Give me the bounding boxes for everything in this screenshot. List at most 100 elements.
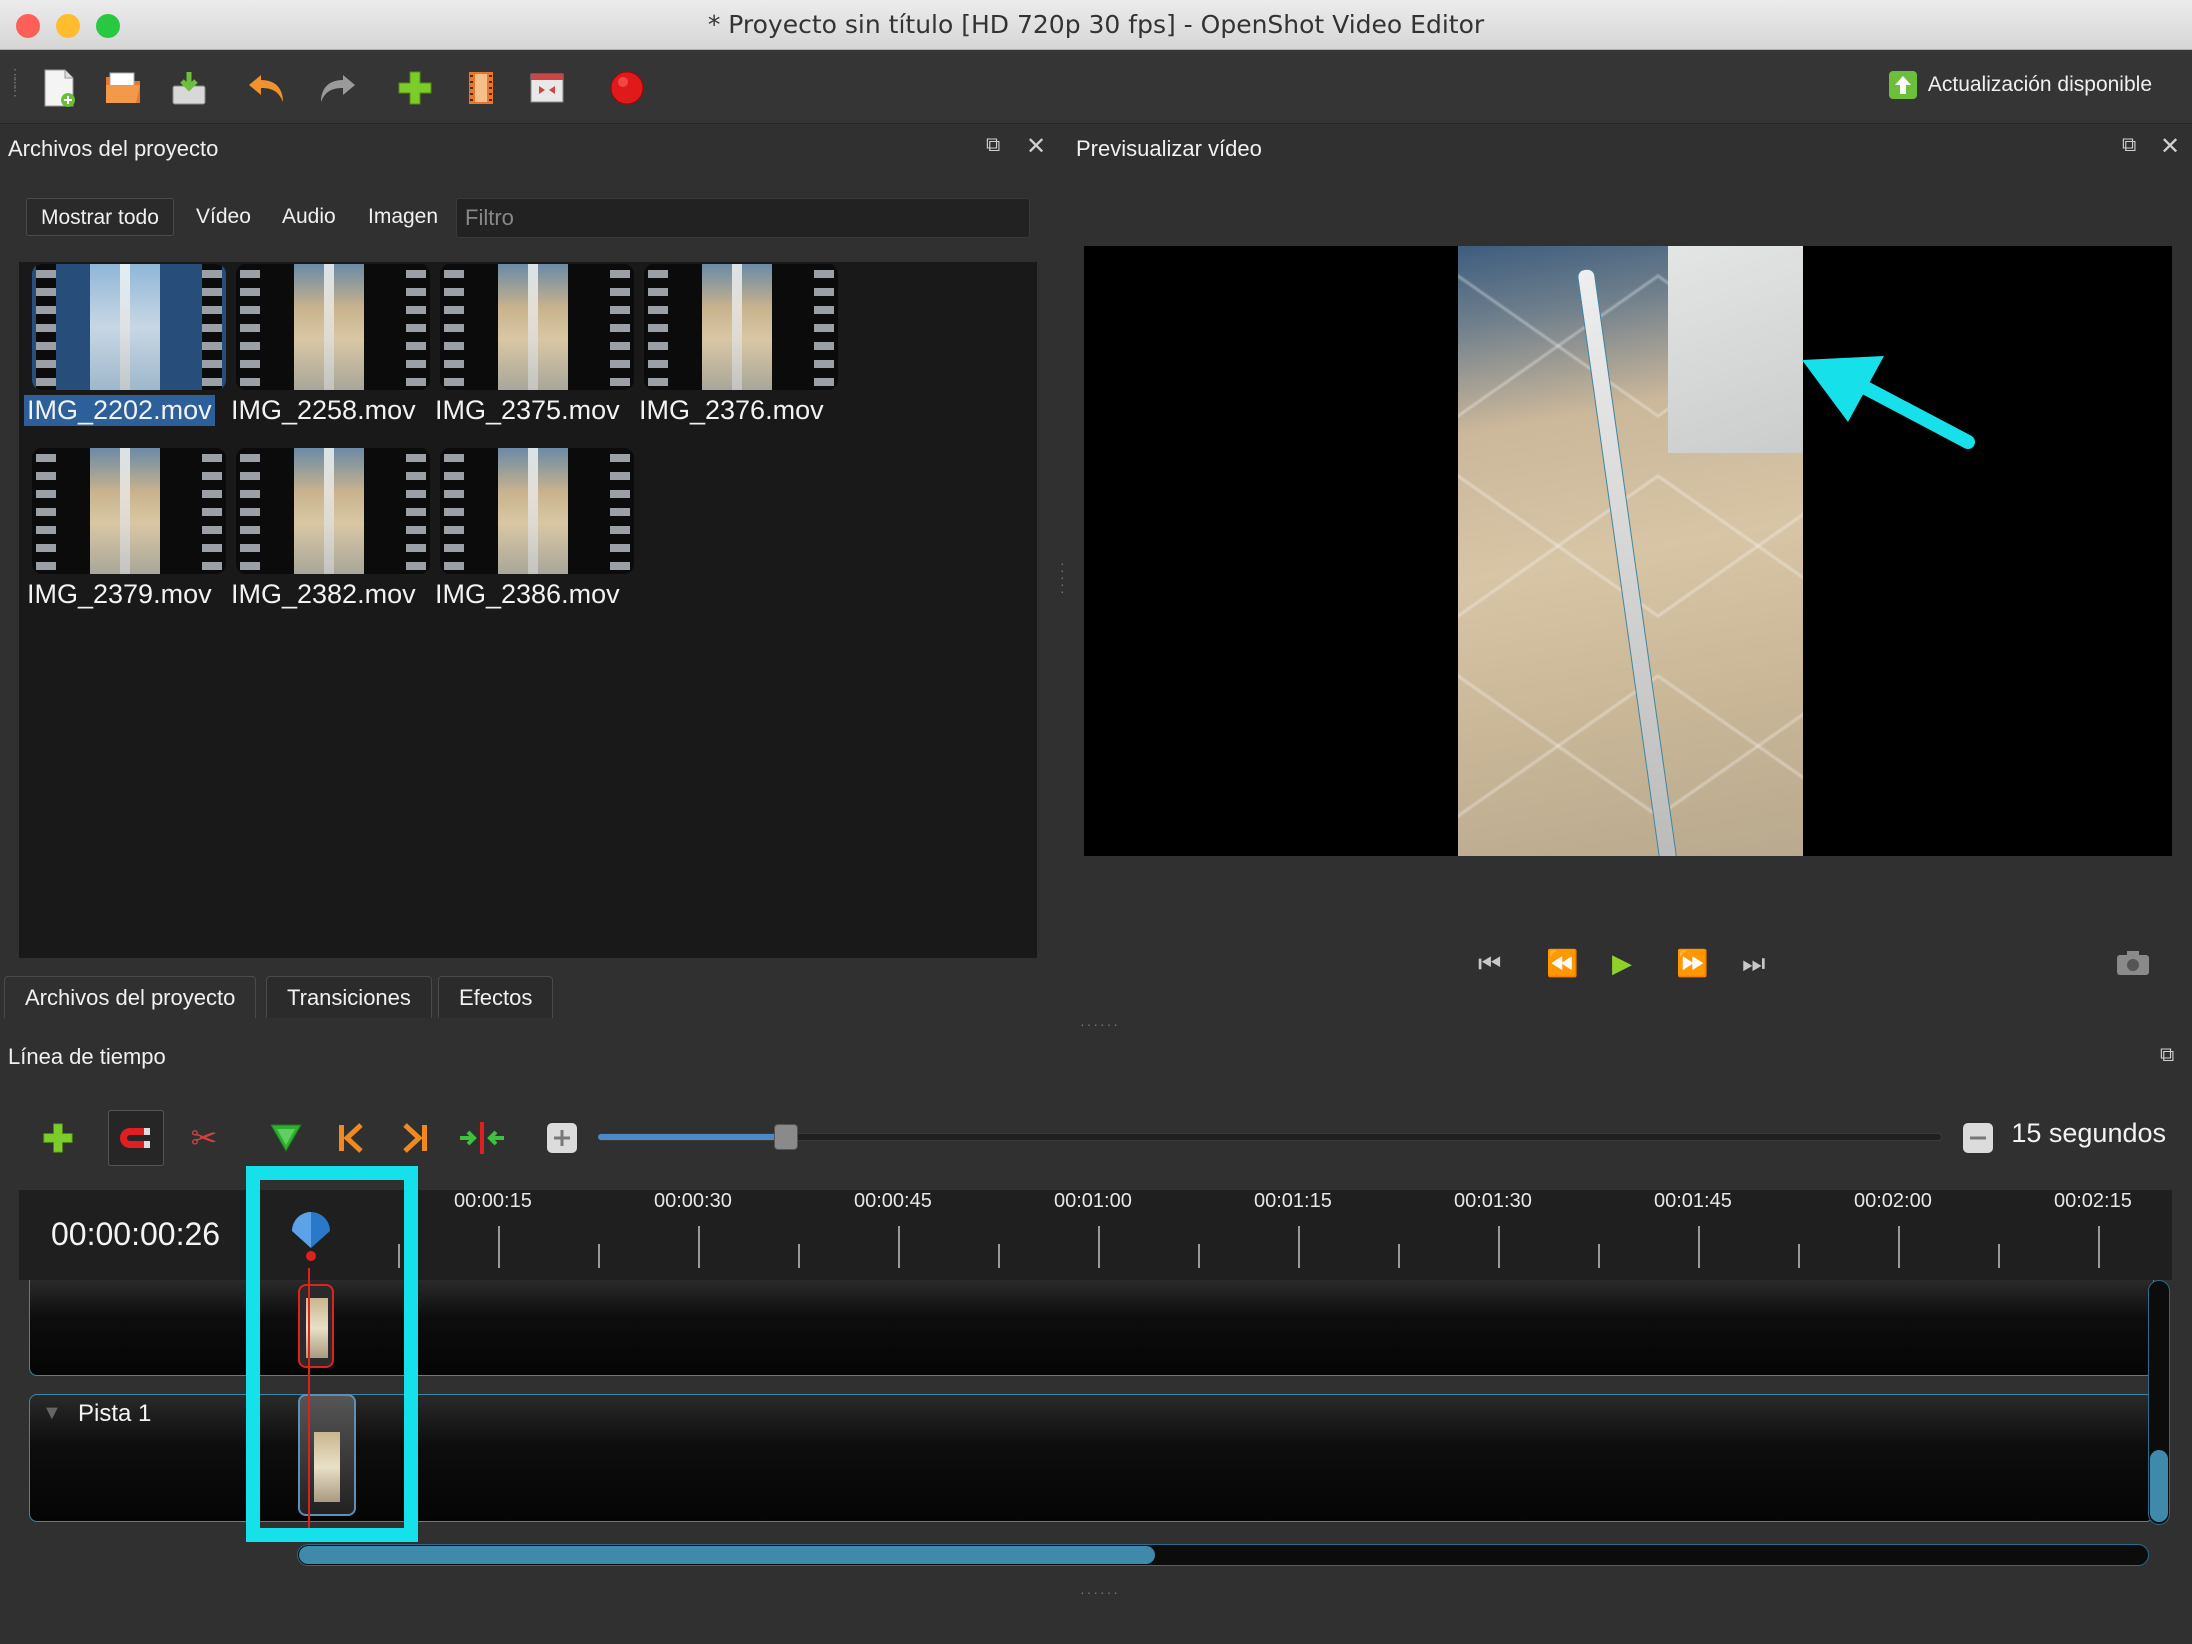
ruler-major-tick (1698, 1226, 1700, 1268)
splitter-handle[interactable]: ······ (1080, 1016, 1120, 1032)
ruler-minor-tick (798, 1244, 800, 1268)
ruler-time-label: 00:00:30 (654, 1190, 732, 1212)
file-thumbnail (32, 448, 226, 574)
filter-video-button[interactable]: Vídeo (182, 198, 265, 236)
file-name: IMG_2382.mov (231, 579, 416, 609)
snap-magnet-icon[interactable] (108, 1110, 164, 1166)
filter-audio-button[interactable]: Audio (268, 198, 350, 236)
toolbar-grip[interactable]: ⋮ ⋮ ⋮ (8, 67, 24, 97)
filter-input[interactable]: Filtro (456, 198, 1030, 238)
tab-effects[interactable]: Efectos (438, 976, 554, 1018)
tab-transitions[interactable]: Transiciones (266, 976, 432, 1018)
ruler-major-tick (1298, 1226, 1300, 1268)
update-available-button[interactable]: Actualización disponible (1888, 70, 2152, 100)
previous-marker-icon[interactable] (322, 1110, 378, 1166)
undo-icon[interactable] (244, 65, 290, 111)
ruler-major-tick (1098, 1226, 1100, 1268)
ruler-minor-tick (1998, 1244, 2000, 1268)
ruler-minor-tick (1598, 1244, 1600, 1268)
file-thumbnail (440, 264, 634, 390)
close-panel-icon[interactable]: ✕ (1026, 132, 1046, 161)
new-project-icon[interactable] (36, 65, 82, 111)
filter-show-all-button[interactable]: Mostrar todo (26, 198, 174, 236)
float-panel-icon[interactable]: ⧉ (986, 134, 1000, 157)
annotation-arrow-icon (1802, 356, 1975, 449)
file-item[interactable]: IMG_2379.mov (24, 446, 226, 626)
preview-title: Previsualizar vídeo (1076, 136, 1262, 161)
ruler-minor-tick (1398, 1244, 1400, 1268)
rewind-icon[interactable]: ⏪ (1546, 948, 1578, 979)
file-item[interactable]: IMG_2375.mov (432, 262, 634, 442)
open-project-icon[interactable] (100, 65, 146, 111)
save-project-icon[interactable] (166, 65, 212, 111)
jump-start-icon[interactable]: ⏮ (1478, 948, 1501, 980)
ruler-time-label: 00:01:15 (1254, 1190, 1332, 1212)
ruler-time-label: 00:01:30 (1454, 1190, 1532, 1212)
fast-forward-icon[interactable]: ⏩ (1676, 948, 1708, 979)
zoom-out-icon[interactable] (534, 1110, 590, 1166)
filter-image-button[interactable]: Imagen (354, 198, 452, 236)
ruler-major-tick (1898, 1226, 1900, 1268)
file-name: IMG_2386.mov (435, 579, 620, 609)
ruler-minor-tick (1198, 1244, 1200, 1268)
zoom-slider[interactable] (598, 1133, 1942, 1141)
file-item[interactable]: IMG_2376.mov (636, 262, 838, 442)
file-item[interactable]: IMG_2202.mov (24, 262, 226, 442)
center-playhead-icon[interactable] (454, 1110, 510, 1166)
file-item[interactable]: IMG_2258.mov (228, 262, 430, 442)
file-thumbnail (440, 448, 634, 574)
main-toolbar: ⋮ ⋮ ⋮ Actualización disponible (0, 50, 2192, 124)
ruler-minor-tick (1798, 1244, 1800, 1268)
window-title: * Proyecto sin título [HD 720p 30 fps] -… (707, 10, 1485, 39)
splitter-handle[interactable]: · · · · · (1060, 556, 1067, 598)
horizontal-scrollbar-thumb[interactable] (299, 1546, 1155, 1564)
zoom-level-label: 15 segundos (2011, 1118, 2166, 1148)
file-item[interactable]: IMG_2386.mov (432, 446, 634, 626)
choose-profile-icon[interactable] (458, 65, 504, 111)
ruler-time-label: 00:00:15 (454, 1190, 532, 1212)
ruler-major-tick (2098, 1226, 2100, 1268)
tab-project-files[interactable]: Archivos del proyecto (4, 976, 257, 1018)
annotation-highlight-box (246, 1166, 418, 1542)
float-panel-icon[interactable]: ⧉ (2122, 134, 2136, 157)
file-thumbnail (236, 264, 430, 390)
ruler-time-label: 00:01:45 (1654, 1190, 1732, 1212)
timecode-display: 00:00:00:26 (51, 1216, 221, 1252)
camera-icon[interactable] (2116, 950, 2150, 983)
ruler-major-tick (898, 1226, 900, 1268)
jump-end-icon[interactable]: ⏭ (1742, 948, 1765, 980)
ruler-time-label: 00:01:00 (1054, 1190, 1132, 1212)
update-arrow-icon (1888, 71, 1917, 99)
razor-icon[interactable]: ✂ (176, 1110, 232, 1166)
video-preview (1084, 246, 2172, 856)
import-files-icon[interactable] (392, 65, 438, 111)
ruler-major-tick (498, 1226, 500, 1268)
fullscreen-icon[interactable] (524, 65, 570, 111)
splitter-handle[interactable]: ······ (1080, 1584, 1120, 1600)
redo-icon[interactable] (314, 65, 360, 111)
file-name: IMG_2375.mov (435, 395, 620, 425)
window-titlebar: * Proyecto sin título [HD 720p 30 fps] -… (0, 0, 2192, 50)
file-name: IMG_2258.mov (231, 395, 416, 425)
zoom-slider-fill (598, 1134, 786, 1140)
next-marker-icon[interactable] (388, 1110, 444, 1166)
close-panel-icon[interactable]: ✕ (2160, 132, 2180, 161)
file-item[interactable]: IMG_2382.mov (228, 446, 430, 626)
timeline-title: Línea de tiempo (8, 1044, 166, 1069)
play-icon[interactable]: ▶ (1612, 948, 1632, 979)
vertical-scrollbar-thumb[interactable] (2150, 1450, 2168, 1522)
add-track-icon[interactable] (30, 1110, 86, 1166)
update-label: Actualización disponible (1927, 73, 2152, 96)
zoom-in-icon[interactable] (1950, 1110, 2006, 1166)
chevron-down-icon[interactable]: ▼ (42, 1402, 62, 1425)
add-marker-icon[interactable] (258, 1110, 314, 1166)
file-name: IMG_2376.mov (639, 395, 824, 425)
file-thumbnail (644, 264, 838, 390)
video-frame (1458, 246, 1803, 856)
ruler-minor-tick (598, 1244, 600, 1268)
ruler-minor-tick (998, 1244, 1000, 1268)
zoom-slider-handle[interactable] (774, 1124, 798, 1150)
project-files-title: Archivos del proyecto (8, 136, 219, 161)
float-panel-icon[interactable]: ⧉ (2160, 1044, 2174, 1067)
export-video-icon[interactable] (604, 65, 650, 111)
